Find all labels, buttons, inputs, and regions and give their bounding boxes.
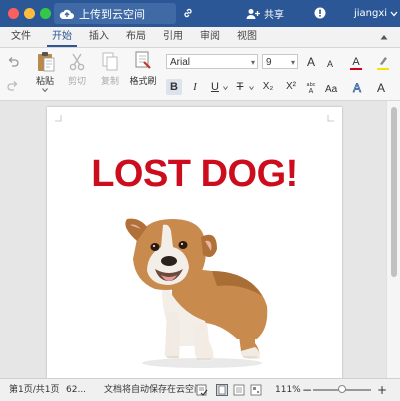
svg-text:A: A (353, 81, 361, 94)
status-bar: 第1页/共1页 62... 文档将自动保存在云空间 111% − + (0, 378, 400, 401)
tab-insert[interactable]: 插入 (84, 27, 114, 47)
tab-view[interactable]: 视图 (232, 27, 262, 47)
user-menu[interactable]: jiangxi (354, 5, 398, 22)
font-name-select[interactable]: Arial ▾ (166, 54, 258, 69)
italic-button[interactable]: I (187, 79, 203, 95)
font-name-value: Arial (170, 57, 191, 68)
share-label: 共享 (264, 10, 284, 21)
zoom-slider[interactable] (313, 385, 371, 393)
format-painter-label[interactable]: 格式刷 (126, 74, 160, 87)
text-effects-icon[interactable]: A (350, 80, 364, 94)
print-layout-view-icon[interactable] (216, 384, 228, 396)
font-size-select[interactable]: 9 ▾ (262, 54, 298, 69)
svg-text:Aa: Aa (325, 84, 338, 94)
document-page[interactable]: LOST DOG! (47, 107, 342, 378)
undo-icon[interactable] (7, 57, 19, 67)
zoom-out-button[interactable]: − (302, 379, 312, 401)
lost-dog-heading[interactable]: LOST DOG! (47, 153, 342, 196)
document-canvas[interactable]: LOST DOG! (0, 101, 386, 378)
alert-icon[interactable] (314, 7, 326, 19)
copy-label[interactable]: 复制 (97, 74, 123, 87)
chevron-down-icon[interactable] (223, 86, 228, 90)
tab-review[interactable]: 审阅 (195, 27, 225, 47)
scissors-icon[interactable] (68, 53, 86, 71)
word-count[interactable]: 62... (66, 379, 86, 401)
web-layout-view-icon[interactable] (233, 384, 245, 396)
chevron-down-icon: ▾ (290, 58, 295, 67)
save-status: 文档将自动保存在云空间 (104, 385, 204, 395)
bold-button[interactable]: B (166, 79, 182, 95)
paste-icon[interactable] (36, 51, 56, 73)
scrollbar-thumb[interactable] (391, 107, 397, 277)
minimize-window-button[interactable] (24, 8, 35, 19)
highlight-button[interactable] (376, 55, 390, 70)
zoom-window-button[interactable] (40, 8, 51, 19)
focus-mode-icon[interactable] (250, 384, 262, 396)
subscript-button[interactable]: X₂ (259, 79, 277, 95)
page-info[interactable]: 第1页/共1页 (9, 379, 60, 401)
paste-label[interactable]: 粘贴 (32, 74, 58, 87)
svg-text:A: A (309, 88, 314, 94)
highlight-swatch (377, 68, 389, 70)
chevron-down-icon[interactable] (249, 86, 254, 90)
title-bar: 上传到云空间 共享 jiangxi (0, 0, 400, 27)
highlighter-icon (380, 57, 387, 65)
bulldog-photo (125, 218, 268, 368)
superscript-button[interactable]: X² (282, 79, 300, 95)
clear-formatting-icon[interactable]: A (374, 80, 388, 94)
svg-text:A: A (377, 81, 385, 94)
format-painter-icon[interactable] (134, 51, 152, 71)
tab-layout[interactable]: 布局 (121, 27, 151, 47)
zoom-in-button[interactable]: + (377, 379, 387, 401)
cut-label[interactable]: 剪切 (64, 74, 90, 87)
user-name: jiangxi (354, 8, 388, 19)
font-color-letter: A (352, 56, 360, 68)
zoom-slider-thumb[interactable] (338, 385, 346, 393)
underline-button[interactable]: U (207, 79, 223, 95)
cloud-upload-icon (59, 9, 74, 19)
redo-icon[interactable] (7, 81, 19, 91)
change-case-icon[interactable]: Aa (324, 80, 342, 94)
chevron-down-icon (390, 11, 398, 16)
tab-references[interactable]: 引用 (158, 27, 188, 47)
shrink-font-button[interactable]: A (324, 56, 336, 72)
font-size-value: 9 (266, 57, 272, 68)
strikethrough-button[interactable]: T (232, 79, 248, 95)
grow-font-button[interactable]: A (304, 54, 318, 70)
tab-home[interactable]: 开始 (47, 27, 77, 47)
upload-label: 上传到云空间 (79, 7, 145, 21)
proofing-icon[interactable] (196, 384, 208, 396)
chevron-down-icon[interactable] (42, 88, 48, 92)
font-color-button[interactable]: A (349, 55, 363, 70)
chevron-down-icon: ▾ (250, 58, 255, 67)
collapse-ribbon-icon[interactable] (380, 34, 388, 40)
tab-file[interactable]: 文件 (6, 27, 36, 47)
zoom-level[interactable]: 111% (275, 379, 301, 401)
person-add-icon (246, 8, 260, 19)
font-color-swatch (350, 68, 362, 70)
link-icon[interactable] (182, 7, 194, 19)
margin-corner-marks (55, 115, 334, 122)
vertical-scrollbar[interactable] (386, 101, 400, 378)
close-window-button[interactable] (8, 8, 19, 19)
share-button[interactable]: 共享 (246, 5, 284, 22)
ribbon-tabs: 文件 开始 插入 布局 引用 审阅 视图 (0, 27, 400, 48)
phonetic-guide-icon[interactable]: abc A (304, 80, 318, 94)
copy-icon[interactable] (101, 52, 119, 71)
upload-to-cloud-button[interactable]: 上传到云空间 (54, 3, 176, 24)
